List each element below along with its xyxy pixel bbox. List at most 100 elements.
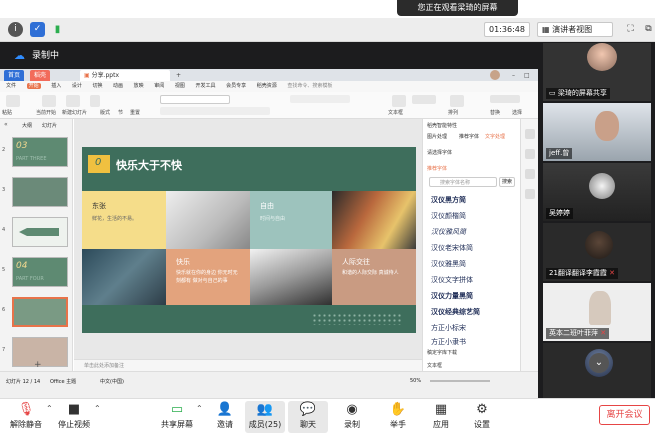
font-option[interactable]: 汉仪文字拼体 [431, 275, 473, 285]
video-tile[interactable]: 吴婷婷 [543, 163, 651, 221]
command-search[interactable]: 查找命令、搜索模板 [287, 83, 332, 89]
format-buttons[interactable] [160, 107, 270, 115]
fullscreen-icon[interactable]: ⛶ [623, 22, 638, 37]
new-tab-icon[interactable]: + [172, 70, 185, 81]
minimize-icon[interactable]: – [508, 70, 519, 81]
slide-canvas[interactable]: 0 快乐大于不快 东张 鲜花，生活的不易。 自由 时间与自由 快乐 快乐就在你的… [74, 119, 422, 371]
signal-icon[interactable]: ▮ [50, 22, 65, 37]
invite-button[interactable]: 👤 邀请 [205, 401, 245, 433]
ppt-icon: ▣ [84, 72, 92, 79]
raise-hand-button[interactable]: ✋ 举手 [378, 401, 418, 433]
menu-item-animation[interactable]: 动画 [113, 83, 123, 89]
font-option[interactable]: 汉仪雅黑简 [431, 259, 466, 269]
record-button[interactable]: ◉ 录制 [332, 401, 372, 433]
menu-item-slideshow[interactable]: 放映 [134, 83, 144, 89]
info-icon[interactable]: i [8, 22, 23, 37]
zoom-level[interactable]: 50% [410, 378, 421, 384]
current-slide[interactable]: 0 快乐大于不快 东张 鲜花，生活的不易。 自由 时间与自由 快乐 快乐就在你的… [82, 147, 416, 333]
shapes-icon[interactable] [412, 95, 436, 104]
pane-footer-textbox[interactable]: 文本框 [427, 362, 442, 369]
video-tile[interactable]: 英本二班叶菲萍 ✕ [543, 283, 651, 341]
font-option[interactable]: 汉仪黑方简 [431, 195, 466, 205]
collapse-panel-icon[interactable]: « [4, 121, 8, 128]
zoom-slider[interactable] [430, 380, 490, 382]
paste-icon[interactable] [6, 95, 20, 107]
slide-thumbnail[interactable] [12, 177, 68, 207]
pane-tab-image[interactable]: 图片处理 [427, 133, 447, 140]
font-option[interactable]: 方正小隶书 [431, 337, 466, 347]
share-screen-button[interactable]: ▭ 共享屏幕 [157, 401, 197, 433]
tab-outline[interactable]: 大纲 [22, 122, 32, 129]
menu-item-design[interactable]: 设计 [72, 83, 82, 89]
menu-item-resources[interactable]: 稻壳资源 [257, 83, 277, 89]
arrange-icon[interactable] [450, 95, 464, 107]
slide-thumbnail[interactable] [12, 217, 68, 247]
view-switch-button[interactable]: ▦ 演讲者视图 [537, 22, 613, 37]
menu-item-file[interactable]: 文件 [6, 83, 16, 89]
settings-button[interactable]: ⚙ 设置 [462, 401, 502, 433]
font-option[interactable]: 方正小标宋 [431, 323, 466, 333]
font-search-placeholder: 搜索字体名称 [440, 180, 471, 186]
menu-item-view[interactable]: 视图 [175, 83, 185, 89]
menu-item-insert[interactable]: 插入 [51, 83, 61, 89]
font-option[interactable]: 汉仪雅风简 [431, 227, 466, 237]
tool-icon[interactable] [525, 149, 535, 159]
notes-area[interactable]: 单击此处添加备注 [74, 359, 422, 371]
shared-screen[interactable]: 首页 稻壳 ▣ 分享.pptx + – □ 文件 开始 插入 设计 切换 动画 … [0, 69, 538, 398]
add-slide-icon[interactable]: + [34, 360, 42, 370]
font-search-button[interactable]: 搜索 [499, 177, 515, 187]
tab-home[interactable]: 首页 [4, 70, 25, 81]
pane-toggle-icon[interactable] [525, 129, 535, 139]
menu-item-home[interactable]: 开始 [26, 83, 41, 89]
tab-document[interactable]: ▣ 分享.pptx [80, 70, 170, 81]
share-options-icon[interactable]: ⌃ [196, 404, 203, 413]
members-button[interactable]: 👥 成员(25) [245, 401, 285, 433]
slideshow-icon[interactable] [42, 95, 56, 107]
chat-button[interactable]: 💬 聊天 [288, 401, 328, 433]
slide-thumbnail[interactable]: 03 PART THREE [12, 137, 68, 167]
leave-meeting-button[interactable]: 离开会议 [599, 405, 650, 425]
scroll-down-icon[interactable]: ⌄ [589, 353, 609, 373]
menu-item-review[interactable]: 审阅 [154, 83, 164, 89]
video-tile[interactable]: 21翻译翻译李霞霞 ✕ [543, 223, 651, 281]
apps-button[interactable]: ▦ 应用 [421, 401, 461, 433]
tab-slides[interactable]: 幻灯片 [42, 122, 57, 129]
new-slide-icon[interactable] [66, 95, 80, 107]
slide-thumbnail-selected[interactable] [12, 297, 68, 327]
cell-title: 快乐 [176, 258, 190, 266]
shield-icon[interactable]: ✓ [30, 22, 45, 37]
tab-docer[interactable]: 稻壳 [30, 70, 51, 81]
tool-icon[interactable] [525, 189, 535, 199]
font-option[interactable]: 汉仪经典综艺简 [431, 307, 480, 317]
slide-thumbnail[interactable]: 04 PART FOUR [12, 257, 68, 287]
layout-icon[interactable] [90, 95, 100, 107]
font-option[interactable]: 汉仪力量黑简 [431, 291, 473, 301]
font-search-input[interactable]: 搜索字体名称 [429, 177, 497, 187]
video-tile[interactable]: ▭ 梁琦的屏幕共享 [543, 43, 651, 101]
menu-item-transition[interactable]: 切换 [92, 83, 102, 89]
mute-button[interactable]: 🎙 解除静音 [6, 401, 46, 433]
avatar[interactable] [490, 70, 500, 80]
menu-item-developer[interactable]: 开发工具 [195, 83, 215, 89]
textbox-icon[interactable] [392, 95, 406, 107]
font-select[interactable] [160, 95, 230, 104]
font-download-link[interactable]: 稿定字库下载 [427, 349, 457, 356]
font-option[interactable]: 汉仪颜楷简 [431, 211, 466, 221]
status-bar: 幻灯片 12 / 14 Office 主题 中文(中国) 50% [0, 371, 538, 398]
section-recommended[interactable]: 推荐字体 [427, 165, 447, 172]
video-tile[interactable]: ⌄ [543, 343, 651, 398]
find-replace-icon[interactable] [490, 95, 520, 103]
section-choose-font[interactable]: 请选择字体 [427, 149, 452, 156]
video-options-icon[interactable]: ⌃ [94, 404, 101, 413]
tool-icon[interactable] [525, 169, 535, 179]
stop-video-button[interactable]: ■ 停止视频 [54, 401, 94, 433]
pane-tab-text[interactable]: 文字处理 [485, 133, 505, 140]
pop-out-icon[interactable]: ⧉ [641, 22, 655, 37]
pane-tab-fonts[interactable]: 推荐字体 [459, 133, 479, 140]
audio-options-icon[interactable]: ⌃ [46, 404, 53, 413]
paragraph-buttons[interactable] [290, 95, 350, 103]
menu-item-member[interactable]: 会员专享 [226, 83, 246, 89]
maximize-icon[interactable]: □ [520, 70, 534, 81]
video-tile[interactable]: jeff.曾 [543, 103, 651, 161]
font-option[interactable]: 汉仪老宋体简 [431, 243, 473, 253]
